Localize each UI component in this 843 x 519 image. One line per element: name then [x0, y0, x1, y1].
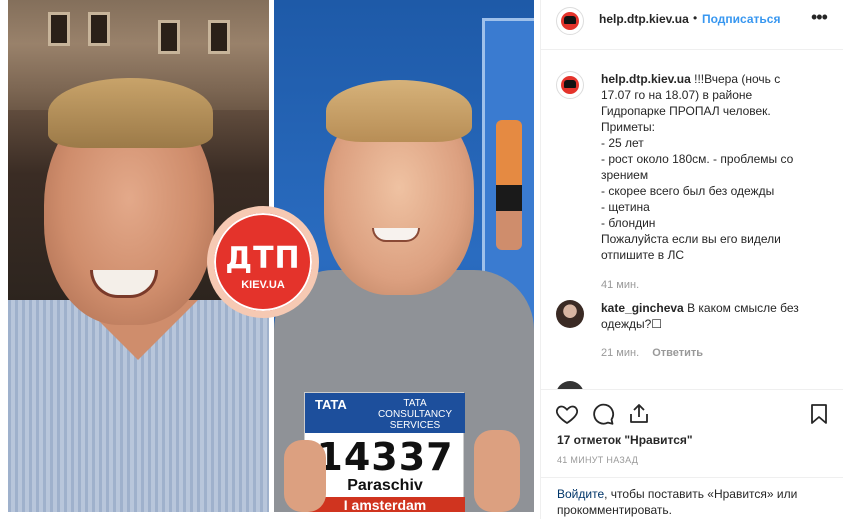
caption-line: 17.07 го на 18.07) в районе — [601, 88, 753, 102]
window-decoration — [208, 20, 230, 54]
post-timestamp: 41 МИНУТ НАЗАД — [557, 455, 639, 465]
likes-count[interactable]: 17 отметок "Нравится" — [557, 433, 693, 447]
race-bib: TATA TATA CONSULTANCY SERVICES 14337 Par… — [304, 392, 465, 512]
caption-line: Пожалуйста если вы его видели — [601, 232, 781, 246]
caption-username[interactable]: help.dtp.kiev.ua — [601, 72, 691, 86]
caption-line: - рост около 180см. - проблемы со — [601, 152, 794, 166]
caption-line: Приметы: — [601, 120, 655, 134]
caption-time[interactable]: 41 мин. — [601, 279, 639, 291]
runner-figure — [496, 120, 522, 250]
bib-name: Paraschiv — [347, 477, 423, 494]
caption-line: отпишите в ЛС — [601, 248, 685, 262]
caption-line: Гидропарке ПРОПАЛ человек. — [601, 104, 771, 118]
caption-line: - блондин — [601, 216, 656, 230]
header-username[interactable]: help.dtp.kiev.ua — [599, 12, 689, 26]
comment: kate_gincheva В каком смысле без одежды?… — [601, 300, 811, 332]
window-decoration — [158, 20, 180, 54]
caption-line: - 25 лет — [601, 136, 644, 150]
car-icon — [564, 80, 576, 88]
comment-meta: 21 мин. Ответить — [601, 347, 703, 359]
heart-icon[interactable] — [555, 402, 579, 426]
avatar[interactable] — [556, 71, 584, 99]
comment-text: В каком смысле без — [687, 301, 799, 315]
comment-time[interactable]: 21 мин. — [601, 347, 639, 359]
action-bar: 17 отметок "Нравится" 41 МИНУТ НАЗАД Вой… — [541, 389, 843, 519]
more-icon[interactable]: ••• — [811, 7, 828, 28]
header-separator: • — [693, 11, 698, 25]
window-decoration — [88, 12, 110, 46]
comment-username[interactable]: kate_gincheva — [601, 301, 684, 315]
caption-line: - скорее всего был без одежды — [601, 184, 775, 198]
login-prompt: Войдите, чтобы поставить «Нравится» или … — [541, 477, 843, 518]
caption-line: !!!Вчера (ночь с — [694, 72, 781, 86]
hair — [326, 80, 472, 142]
dtp-logo-badge: ДТП KIEV.UA — [207, 206, 319, 318]
caption-line: зрением — [601, 168, 649, 182]
bib-number: 14337 — [316, 435, 454, 479]
logo-sub-text: KIEV.UA — [241, 279, 285, 291]
hair — [48, 78, 213, 148]
post-image[interactable]: TATA TATA CONSULTANCY SERVICES 14337 Par… — [0, 0, 540, 519]
bib-brand: TATA — [315, 397, 347, 412]
car-icon — [564, 16, 576, 24]
post-caption: help.dtp.kiev.ua !!!Вчера (ночь с 17.07 … — [601, 71, 811, 263]
post-sidebar: help.dtp.kiev.ua • Подписаться ••• help.… — [540, 0, 843, 519]
window-decoration — [48, 12, 70, 46]
instagram-post: TATA TATA CONSULTANCY SERVICES 14337 Par… — [0, 0, 843, 519]
comments-section[interactable]: help.dtp.kiev.ua !!!Вчера (ночь с 17.07 … — [541, 51, 843, 389]
bib-header: TATA TATA CONSULTANCY SERVICES — [305, 393, 465, 433]
smile — [372, 228, 420, 242]
reply-button[interactable]: Ответить — [652, 347, 703, 359]
avatar[interactable] — [556, 381, 584, 389]
avatar[interactable] — [556, 300, 584, 328]
avatar[interactable] — [556, 7, 584, 35]
hand — [474, 430, 520, 512]
post-header: help.dtp.kiev.ua • Подписаться ••• — [541, 0, 843, 50]
follow-button[interactable]: Подписаться — [702, 12, 780, 26]
comment-text: одежды?☐ — [601, 317, 663, 331]
comment-icon[interactable] — [591, 402, 615, 426]
logo-main-text: ДТП — [225, 241, 301, 276]
bib-sponsor: TATA CONSULTANCY SERVICES — [377, 398, 453, 431]
login-link[interactable]: Войдите — [557, 487, 604, 501]
bookmark-icon[interactable] — [807, 402, 831, 426]
share-icon[interactable] — [627, 402, 651, 426]
caption-line: - щетина — [601, 200, 650, 214]
bib-strip: I amsterdam — [305, 497, 465, 512]
hand — [284, 440, 326, 512]
